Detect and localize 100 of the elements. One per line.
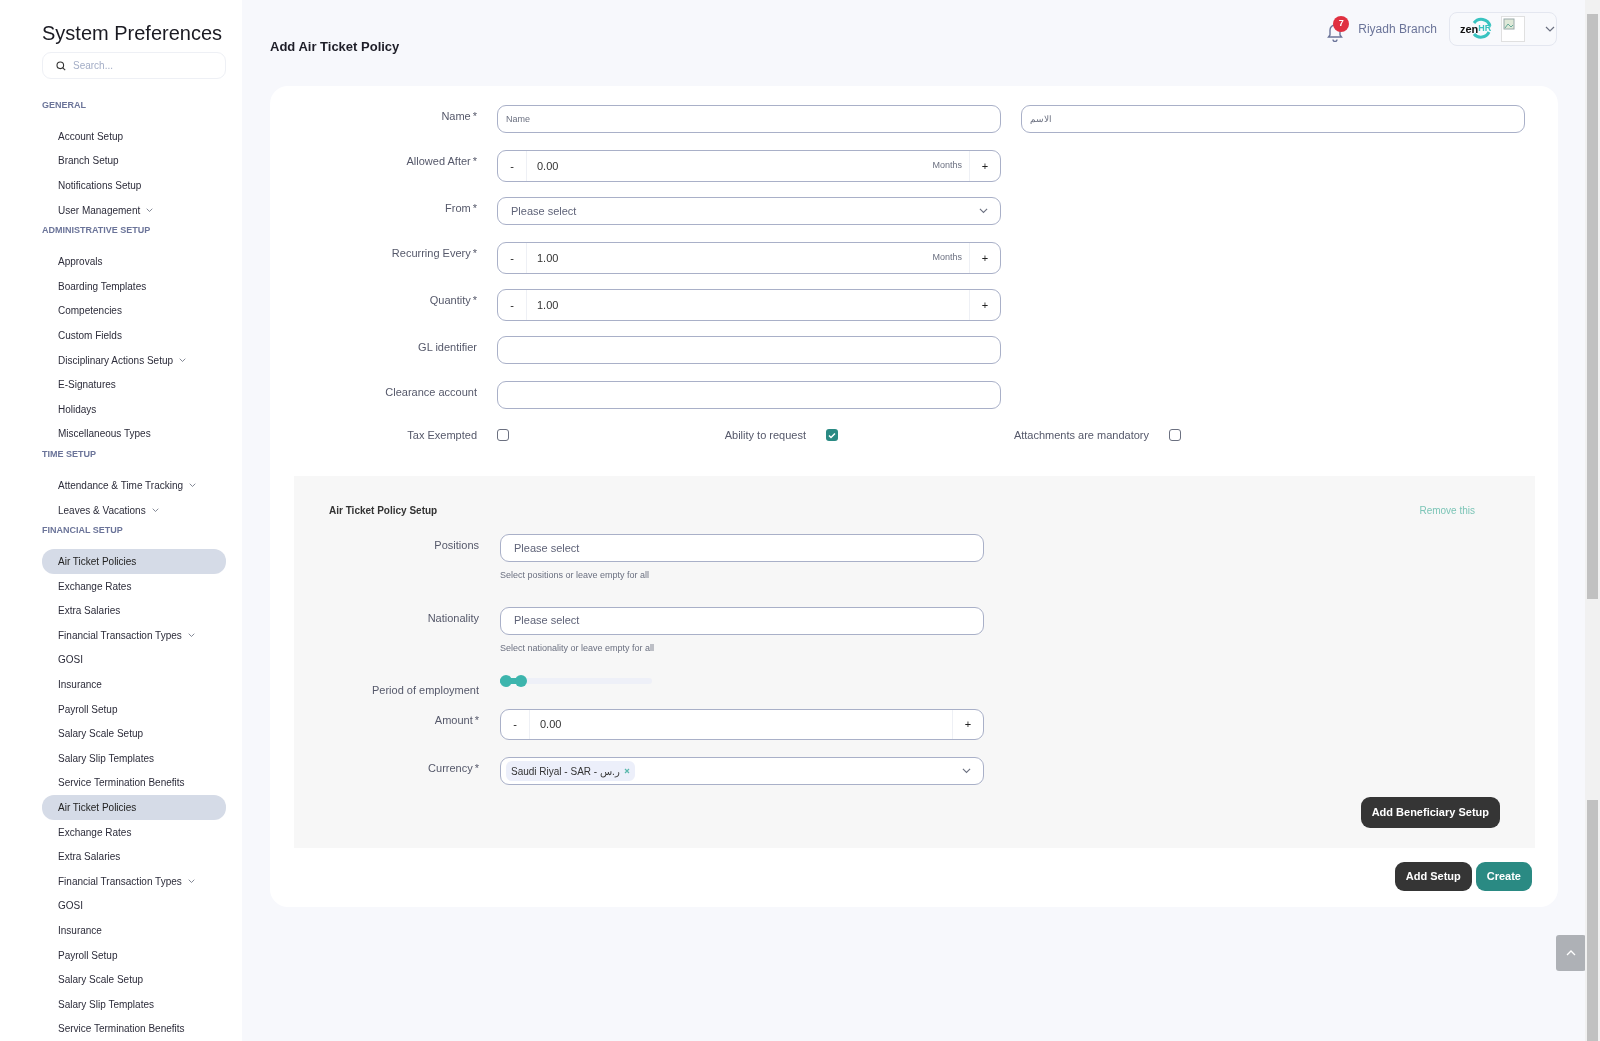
sidebar-item[interactable]: Extra Salaries [42,844,226,870]
sidebar-item[interactable]: Custom Fields [42,323,226,348]
number-stepper[interactable]: - 1.00 + [497,289,1001,321]
minus-button[interactable]: - [501,710,530,739]
section-heading: ADMINISTRATIVE SETUP [42,224,152,238]
unit-label: Months [932,159,963,173]
required-mark: * [472,154,477,167]
plus-button[interactable]: + [952,710,983,739]
slider-handle[interactable] [515,675,528,687]
sidebar-item[interactable]: Financial Transaction Types [42,869,226,894]
slider-handle[interactable] [500,675,512,687]
minus-button[interactable]: - [498,290,527,320]
checkbox-label: Ability to request [723,427,806,443]
range-slider[interactable] [500,675,652,687]
stepper-value: 1.00 [536,250,560,266]
sidebar-item[interactable]: Salary Scale Setup [42,967,226,992]
multi-select-field[interactable]: Saudi Riyal - SAR - ر.س [500,757,984,785]
add-beneficiary-button[interactable]: Add Beneficiary Setup [1360,797,1500,828]
sidebar-item[interactable]: User Management [42,197,226,223]
text-field[interactable] [497,336,1001,364]
sidebar-item[interactable]: Financial Transaction Types [42,623,226,648]
plus-button[interactable]: + [969,151,1000,181]
checkbox-label: Tax Exempted [406,427,477,443]
text-field[interactable]: Name [497,105,1001,133]
number-stepper[interactable]: - 1.00 Months + [497,242,1001,274]
sidebar-item[interactable]: Salary Scale Setup [42,721,226,747]
sidebar-item[interactable]: Holidays [42,396,226,422]
sidebar-item[interactable]: Payroll Setup [42,696,226,722]
number-stepper[interactable]: - 0.00 Months + [497,150,1001,182]
create-button[interactable]: Create [1475,862,1532,891]
number-stepper[interactable]: - 0.00 + [500,709,984,740]
notification-badge: 7 [1333,16,1350,32]
sidebar-item[interactable]: GOSI [42,893,226,919]
checkbox-label: Attachments are mandatory [1012,427,1149,443]
required-mark: * [472,293,477,306]
checkbox[interactable] [497,429,509,441]
chevron-up-icon [1566,950,1576,956]
section-heading: GENERAL [42,99,87,112]
minus-button[interactable]: - [498,243,527,273]
field-label: Quantity [429,293,471,306]
sidebar-item[interactable]: Attendance & Time Tracking [42,473,226,498]
sidebar-item[interactable]: Branch Setup [42,148,226,174]
search-icon [56,61,66,71]
minus-button[interactable]: - [498,151,527,181]
sidebar-item[interactable]: Air Ticket Policies [42,795,226,820]
required-mark: * [474,761,479,774]
sidebar-item[interactable]: Salary Slip Templates [42,746,226,771]
sidebar-item[interactable]: GOSI [42,647,226,673]
required-mark: * [474,713,479,726]
chevron-down-icon [979,208,988,214]
field-label: Name [441,109,471,122]
chevron-down-icon [1545,26,1556,32]
sidebar-item[interactable]: Disciplinary Actions Setup [42,347,226,373]
checkbox[interactable] [1169,429,1181,441]
field-label: Period of employment [372,683,479,696]
select-field[interactable]: Please select [497,197,1001,225]
remove-icon[interactable] [623,768,630,774]
sidebar-item[interactable]: Competencies [42,298,226,324]
sidebar-item[interactable]: E-Signatures [42,372,226,397]
field-label: Recurring Every [391,246,471,259]
search-field[interactable]: Search... [42,52,226,79]
account-menu[interactable]: zenHR [1449,12,1557,46]
sidebar-item[interactable]: Notifications Setup [42,173,226,198]
page-title: Add Air Ticket Policy [270,38,400,56]
text-field[interactable] [497,381,1001,409]
sidebar-item[interactable]: Service Termination Benefits [42,1016,226,1041]
scrollbar[interactable] [1585,0,1600,1041]
sidebar-item[interactable]: Salary Slip Templates [42,992,226,1017]
sidebar-item[interactable]: Leaves & Vacations [42,497,226,523]
sidebar-item[interactable]: Service Termination Benefits [42,770,226,796]
field-label: Clearance account [385,385,477,398]
sidebar-item[interactable]: Insurance [42,672,226,697]
select-field[interactable]: Please select [500,534,984,562]
sidebar-item[interactable]: Payroll Setup [42,942,226,968]
text-field[interactable]: الاسم [1021,105,1525,133]
sidebar-item[interactable]: Insurance [42,918,226,943]
select-field[interactable]: Please select [500,606,984,635]
field-label: From [445,201,471,214]
plus-button[interactable]: + [969,290,1000,320]
plus-button[interactable]: + [969,243,1000,273]
sidebar-item[interactable]: Exchange Rates [42,573,226,599]
add-setup-button[interactable]: Add Setup [1394,862,1472,891]
field-label: Allowed After [406,154,471,167]
branch-name[interactable]: Riyadh Branch [1358,20,1437,38]
sidebar-item[interactable]: Boarding Templates [42,273,226,299]
section-heading: FINANCIAL SETUP [42,524,124,538]
sidebar-item[interactable]: Account Setup [42,124,226,149]
sidebar-item[interactable]: Miscellaneous Types [42,421,226,447]
stepper-value: 0.00 [536,158,560,174]
broken-image-icon [1501,16,1526,42]
sidebar-item[interactable]: Air Ticket Policies [42,549,226,574]
sidebar-item[interactable]: Extra Salaries [42,598,226,624]
checkbox[interactable] [826,429,838,441]
chevron-down-icon [962,768,971,774]
sidebar-item[interactable]: Exchange Rates [42,819,226,845]
hint-text: Select positions or leave empty for all [500,569,651,582]
sidebar-item[interactable]: Approvals [42,249,226,274]
field-label: Amount [434,713,473,726]
scroll-top-button[interactable] [1556,935,1586,971]
section-heading: TIME SETUP [42,448,97,462]
